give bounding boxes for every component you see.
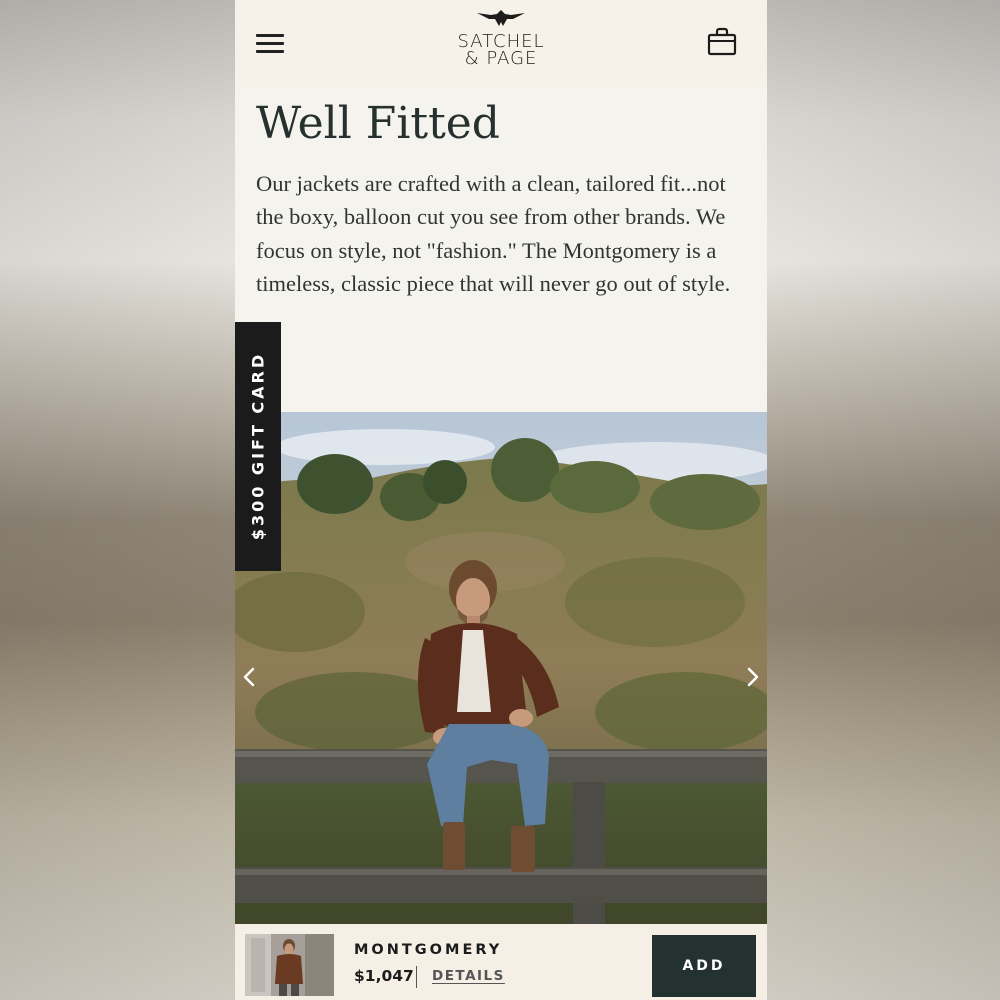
product-photo bbox=[235, 412, 767, 924]
mobile-page: SATCHEL & PAGE Well Fitted Our jackets a… bbox=[235, 0, 767, 1000]
product-price: $1,047 bbox=[354, 967, 414, 985]
chevron-right-icon[interactable] bbox=[737, 662, 767, 692]
details-link[interactable]: DETAILS bbox=[432, 968, 505, 984]
background-blur: SATCHEL & PAGE Well Fitted Our jackets a… bbox=[0, 0, 1000, 1000]
add-to-cart-button[interactable]: ADD bbox=[652, 935, 756, 997]
brand-logo[interactable]: SATCHEL & PAGE bbox=[431, 8, 571, 74]
site-header: SATCHEL & PAGE bbox=[235, 0, 767, 86]
hamburger-menu-icon[interactable] bbox=[256, 32, 284, 54]
gift-card-label: $300 GIFT CARD bbox=[248, 351, 268, 541]
sticky-add-to-cart-bar: MONTGOMERY $1,047 DETAILS ADD bbox=[235, 924, 767, 1000]
product-thumbnail bbox=[245, 934, 334, 996]
chevron-left-icon[interactable] bbox=[235, 662, 265, 692]
gift-card-tab[interactable]: $300 GIFT CARD bbox=[235, 322, 281, 571]
price-divider bbox=[416, 966, 417, 988]
product-photo-carousel[interactable] bbox=[235, 412, 767, 924]
product-name: MONTGOMERY bbox=[354, 942, 503, 958]
section-body-text: Our jackets are crafted with a clean, ta… bbox=[256, 171, 731, 296]
section-title: Well Fitted bbox=[256, 98, 500, 149]
shopping-bag-icon[interactable] bbox=[707, 27, 737, 57]
eagle-emblem-icon bbox=[477, 10, 525, 26]
logo-line-page: & PAGE bbox=[464, 48, 538, 69]
